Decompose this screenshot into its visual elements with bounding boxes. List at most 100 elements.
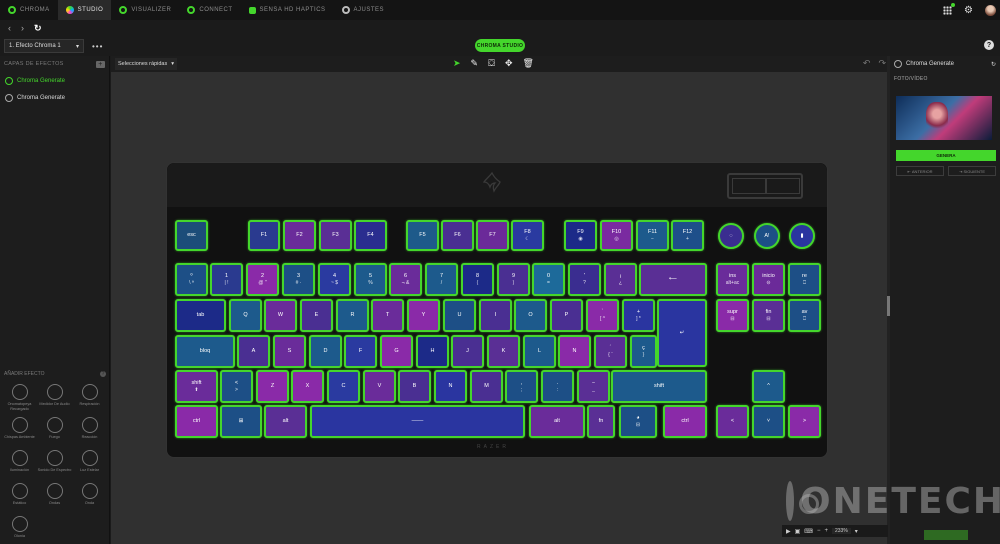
tab-ajustes[interactable]: AJUSTES xyxy=(334,0,393,20)
keyboard-key[interactable]: supr ⊟ xyxy=(716,299,749,332)
effect-item[interactable]: Respiración xyxy=(72,384,107,411)
effect-item[interactable]: Onda xyxy=(72,483,107,510)
keyboard-key[interactable]: alt xyxy=(264,405,307,438)
keyboard-key[interactable]: L xyxy=(523,335,556,368)
settings-gear-icon[interactable]: ⚙ xyxy=(964,5,973,16)
keyboard-view-icon[interactable]: ⌨ xyxy=(804,528,813,535)
keyboard-key[interactable]: 4 ~ $ xyxy=(318,263,351,296)
effect-item[interactable]: Onomatopeya Recargado xyxy=(2,384,37,411)
undo-icon[interactable]: ↶ xyxy=(863,58,871,69)
effect-item[interactable]: Luz Estelar xyxy=(72,450,107,477)
effect-item[interactable]: Chispas Ambiente xyxy=(2,417,37,444)
effect-dropdown[interactable]: 1. Efecto Chroma 1 ▾ xyxy=(4,39,84,53)
keyboard-key[interactable]: fn xyxy=(587,405,615,438)
keyboard-key[interactable]: V xyxy=(363,370,396,403)
keyboard-key[interactable]: shift xyxy=(611,370,707,403)
layer-item[interactable]: Chroma Generate xyxy=(0,89,109,106)
keyboard-key[interactable]: ins alt+ac xyxy=(716,263,749,296)
keyboard-key[interactable]: N xyxy=(558,335,591,368)
keyboard-key[interactable]: º \ ª xyxy=(175,263,208,296)
tab-sensa-hd-haptics[interactable]: SENSA HD HAPTICS xyxy=(241,0,334,20)
keyboard-key[interactable]: B xyxy=(398,370,431,403)
trash-icon[interactable]: 🗑 xyxy=(523,58,534,69)
keyboard-key[interactable]: H xyxy=(416,335,449,368)
keyboard-key[interactable]: < > xyxy=(220,370,253,403)
more-options-icon[interactable]: ••• xyxy=(92,42,103,51)
keyboard-key[interactable]: '? xyxy=(568,263,601,296)
keyboard-key[interactable]: F12 + xyxy=(671,220,704,251)
keyboard-key[interactable]: W xyxy=(264,299,297,332)
layer-item[interactable]: Chroma Generate xyxy=(0,72,109,89)
zoom-level[interactable]: 233% xyxy=(832,528,851,534)
keyboard-key[interactable]: F8 ☾ xyxy=(511,220,544,251)
keyboard-key[interactable]: N xyxy=(434,370,467,403)
brush-icon[interactable]: ✎ xyxy=(471,58,479,69)
keyboard-key[interactable]: F4 xyxy=(354,220,387,251)
keyboard-key[interactable]: tab xyxy=(175,299,226,332)
keyboard-key[interactable]: shift ⬆ xyxy=(175,370,218,403)
keyboard-key[interactable]: `[ ^ xyxy=(586,299,619,332)
keyboard-key[interactable]: alt xyxy=(529,405,585,438)
reset-icon[interactable]: ↻ xyxy=(991,61,996,68)
keyboard-key[interactable]: F xyxy=(344,335,377,368)
forward-arrow-icon[interactable]: › xyxy=(21,23,24,33)
keyboard-key[interactable]: ˅ xyxy=(752,405,785,438)
keyboard-key[interactable]: ç} xyxy=(630,335,657,368)
keyboard-key[interactable]: ─── xyxy=(310,405,525,438)
keyboard-key[interactable]: X xyxy=(291,370,324,403)
tab-chroma[interactable]: CHROMA xyxy=(0,0,58,20)
keyboard-key[interactable]: .: xyxy=(541,370,574,403)
effect-item[interactable]: Reacción xyxy=(72,417,107,444)
keyboard-key[interactable]: F7 xyxy=(476,220,509,251)
keyboard-key[interactable]: ⟵ xyxy=(639,263,707,296)
keyboard-key[interactable]: G xyxy=(380,335,413,368)
keyboard-key[interactable]: ^ xyxy=(752,370,785,403)
keyboard-key[interactable]: Z xyxy=(256,370,289,403)
keyboard-key[interactable]: U xyxy=(443,299,476,332)
keyboard-key[interactable]: 0 = xyxy=(532,263,565,296)
effect-item[interactable]: Iluminación xyxy=(2,450,37,477)
keyboard-key[interactable]: O xyxy=(514,299,547,332)
tab-visualizer[interactable]: VISUALIZER xyxy=(111,0,179,20)
avatar[interactable] xyxy=(985,4,996,16)
keyboard-key[interactable]: 9) xyxy=(497,263,530,296)
keyboard-key[interactable]: esc xyxy=(175,220,208,251)
select-media-button[interactable]: GENERA xyxy=(896,150,996,161)
keyboard-key[interactable]: I xyxy=(479,299,512,332)
keyboard-key[interactable]: 3 # · xyxy=(282,263,315,296)
move-icon[interactable]: ✥ xyxy=(505,58,513,69)
keyboard-key[interactable]: ´{ ¨ xyxy=(594,335,627,368)
effect-item[interactable]: Olonia xyxy=(2,516,37,543)
keyboard-key[interactable]: F11− xyxy=(636,220,669,251)
keyboard-key[interactable]: J xyxy=(451,335,484,368)
keyboard-key[interactable]: S xyxy=(273,335,306,368)
save-button[interactable] xyxy=(924,530,968,540)
keyboard-key[interactable]: F5 xyxy=(406,220,439,251)
keyboard-key[interactable]: F2 xyxy=(283,220,316,251)
keyboard-key[interactable]: ↵ xyxy=(657,299,707,367)
keyboard-key[interactable]: A xyxy=(237,335,270,368)
help-icon[interactable]: ? xyxy=(984,40,994,50)
add-layer-icon[interactable]: + xyxy=(96,60,105,68)
keyboard-key[interactable]: ◌ xyxy=(718,223,744,249)
previous-button[interactable]: ⇤ ANTERIOR xyxy=(896,166,944,176)
keyboard-key[interactable]: inicio ⊝ xyxy=(752,263,785,296)
keyboard-key[interactable]: Y xyxy=(407,299,440,332)
media-thumbnail[interactable] xyxy=(896,96,992,140)
eye-icon[interactable] xyxy=(5,76,13,85)
keyboard-key[interactable]: E xyxy=(300,299,333,332)
keyboard-key[interactable]: 5% xyxy=(354,263,387,296)
keyboard-key[interactable]: < xyxy=(716,405,749,438)
keyboard-key[interactable]: R xyxy=(336,299,369,332)
zoom-in-icon[interactable]: + xyxy=(824,528,828,534)
keyboard-key[interactable]: P xyxy=(550,299,583,332)
keyboard-key[interactable]: M xyxy=(470,370,503,403)
redo-icon[interactable]: ↷ xyxy=(878,58,886,69)
keyboard-key[interactable]: F6 xyxy=(441,220,474,251)
keyboard-key[interactable]: ctrl xyxy=(175,405,218,438)
keyboard-key[interactable]: re ⎕ xyxy=(788,263,821,296)
effect-item[interactable]: Estático xyxy=(2,483,37,510)
help-icon[interactable]: ? xyxy=(100,371,106,377)
refresh-icon[interactable]: ↻ xyxy=(34,23,42,34)
keyboard-key[interactable]: 1 | ! xyxy=(210,263,243,296)
